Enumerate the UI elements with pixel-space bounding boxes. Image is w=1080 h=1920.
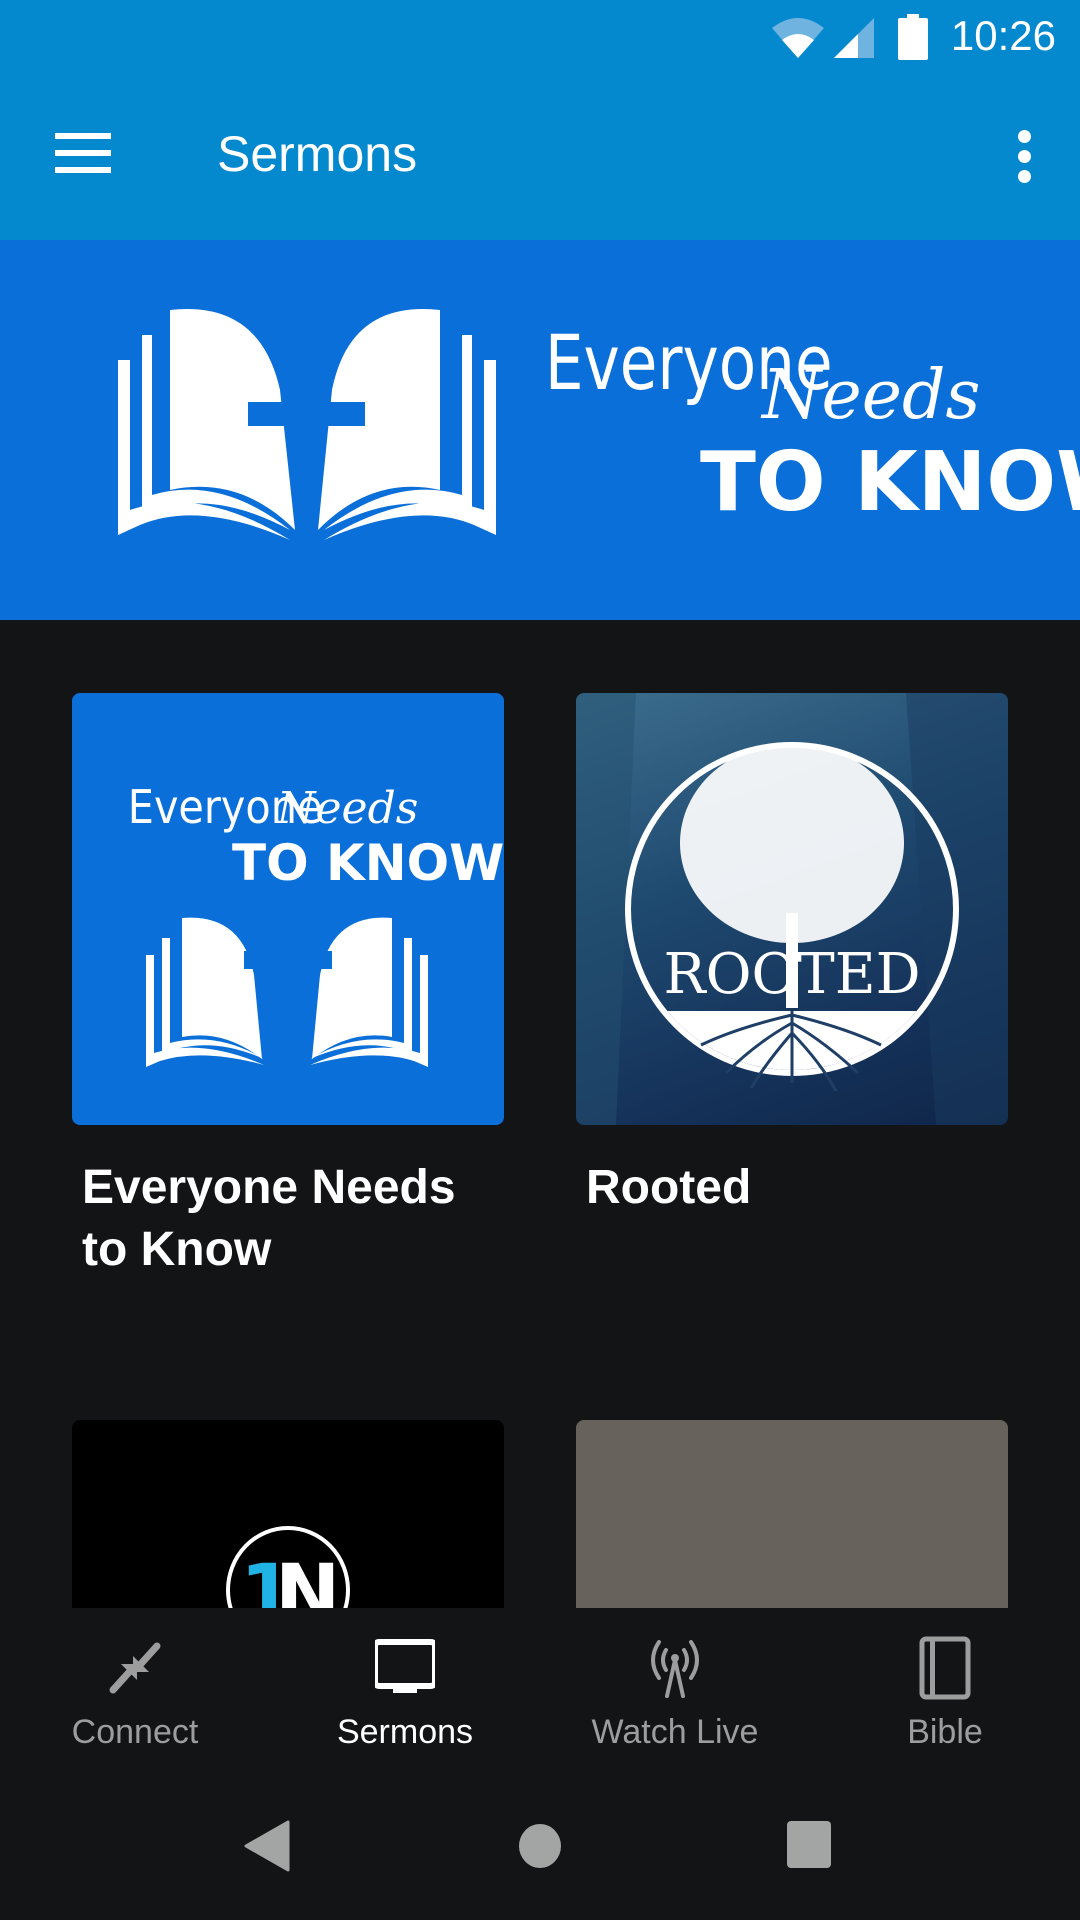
system-navigation-bar bbox=[0, 1775, 1080, 1920]
1n-logo-icon: 1 N bbox=[226, 1526, 350, 1608]
book-icon bbox=[919, 1636, 971, 1700]
back-icon[interactable] bbox=[244, 1820, 290, 1872]
connect-arrows-icon bbox=[109, 1642, 161, 1694]
nav-item-watch-live[interactable]: Watch Live bbox=[540, 1608, 810, 1775]
banner-text-to-know: TO KNOW bbox=[700, 435, 1080, 530]
more-vert-icon[interactable] bbox=[1010, 130, 1040, 184]
nav-label: Connect bbox=[71, 1713, 199, 1751]
clock: 10:26 bbox=[950, 12, 1056, 59]
series-title-line: to Know bbox=[82, 1223, 272, 1276]
series-title[interactable]: Rooted bbox=[576, 1157, 1008, 1219]
tree-emblem-icon: ROOTED bbox=[576, 693, 1008, 1125]
nav-label: Bible bbox=[907, 1713, 983, 1751]
series-title-line: Rooted bbox=[586, 1161, 752, 1214]
bottom-navigation: Connect Sermons Watch Live Bible bbox=[0, 1608, 1080, 1775]
featured-banner[interactable]: Everyone Needs TO KNOW bbox=[0, 240, 1080, 620]
home-icon[interactable] bbox=[518, 1820, 562, 1872]
status-bar: 10:26 bbox=[0, 0, 1080, 75]
series-card[interactable]: ROOTED Rooted bbox=[576, 693, 1008, 1219]
logo-text-n: N bbox=[275, 1549, 340, 1608]
cell-signal-icon bbox=[834, 18, 874, 58]
series-artwork: ROOTED bbox=[576, 693, 1008, 1125]
series-card[interactable]: Everyone Needs TO KNOW Everyone Needs to… bbox=[72, 693, 504, 1281]
tv-icon bbox=[375, 1639, 435, 1693]
hamburger-menu-icon[interactable] bbox=[55, 133, 111, 177]
app-bar: Sermons bbox=[0, 75, 1080, 240]
series-artwork: Everyone Needs TO KNOW bbox=[72, 693, 504, 1125]
open-bible-cross-icon: Everyone Needs TO KNOW bbox=[128, 781, 504, 1067]
series-card[interactable] bbox=[576, 1420, 1008, 1608]
art-text-to-know: TO KNOW bbox=[232, 834, 504, 892]
open-bible-cross-icon: Everyone Needs TO KNOW bbox=[118, 309, 1080, 540]
battery-icon bbox=[898, 14, 928, 60]
art-text-needs: Needs bbox=[276, 783, 418, 834]
nav-item-connect[interactable]: Connect bbox=[0, 1608, 270, 1775]
series-artwork: 1 N bbox=[72, 1420, 504, 1608]
recents-icon[interactable] bbox=[786, 1820, 832, 1870]
page-title: Sermons bbox=[217, 126, 418, 182]
series-artwork bbox=[576, 1420, 1008, 1608]
art-text-rooted: ROOTED bbox=[663, 942, 920, 1007]
banner-text-needs: Needs bbox=[760, 356, 980, 435]
series-title[interactable]: Everyone Needs to Know bbox=[72, 1157, 504, 1281]
broadcast-tower-icon bbox=[651, 1640, 699, 1698]
series-title-line: Everyone Needs bbox=[82, 1161, 456, 1214]
series-card[interactable]: 1 N bbox=[72, 1420, 504, 1608]
nav-label: Sermons bbox=[336, 1713, 474, 1751]
wifi-icon bbox=[772, 18, 824, 58]
nav-label: Watch Live bbox=[591, 1713, 759, 1751]
nav-item-bible[interactable]: Bible bbox=[810, 1608, 1080, 1775]
nav-item-sermons[interactable]: Sermons bbox=[270, 1608, 540, 1775]
